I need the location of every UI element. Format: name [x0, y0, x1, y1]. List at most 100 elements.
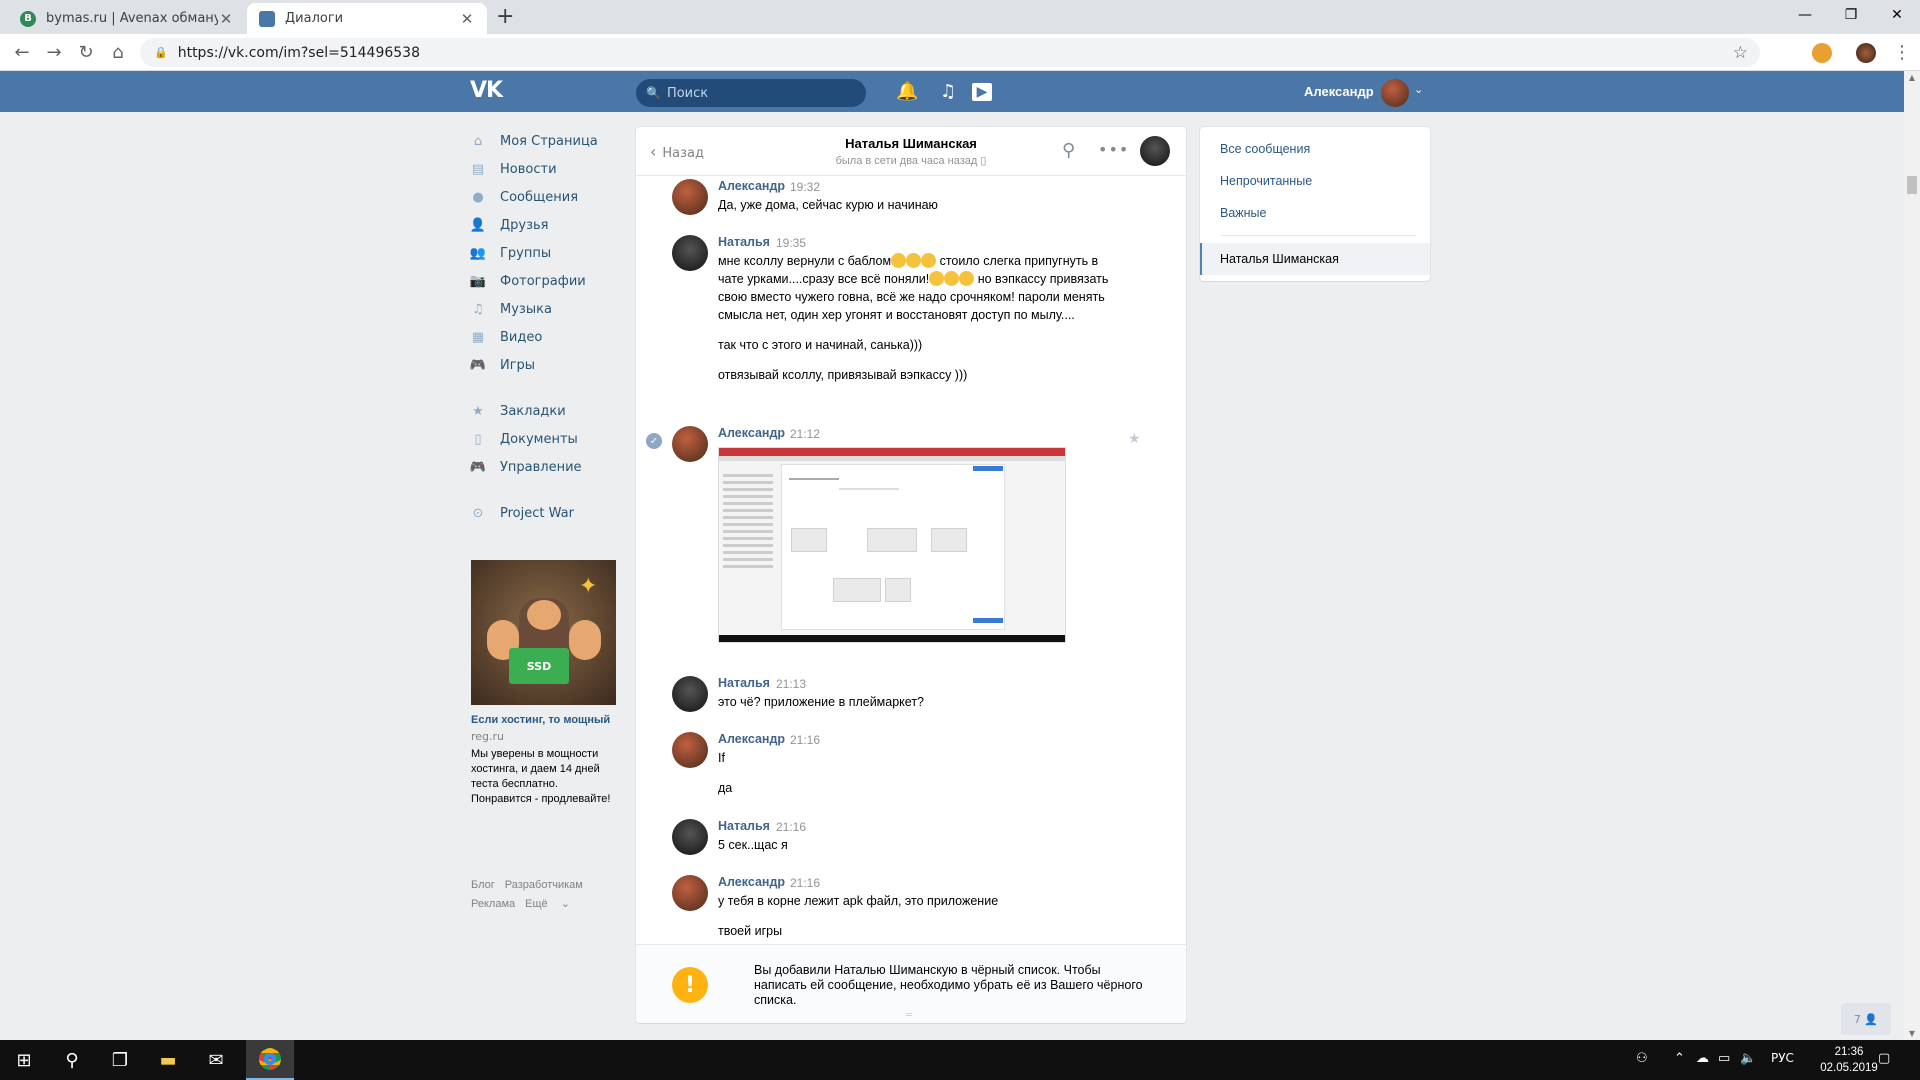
page-scrollbar[interactable]: ▲ ▼: [1904, 71, 1920, 1040]
restore-icon[interactable]: ❐: [1828, 0, 1874, 30]
menu-item-music[interactable]: ♫ Музыка: [468, 295, 618, 323]
filter-important[interactable]: Важные: [1220, 206, 1267, 220]
menu-separator: [468, 379, 618, 397]
menu-item-documents[interactable]: ▯ Документы: [468, 425, 618, 453]
message-time: 21:16: [790, 876, 821, 890]
menu-item-friends[interactable]: 👤 Друзья: [468, 211, 618, 239]
tab-close-icon[interactable]: ✕: [459, 10, 475, 28]
menu-item-my-page[interactable]: ⌂ Моя Страница: [468, 127, 618, 155]
search-icon[interactable]: ⚲: [48, 1040, 96, 1080]
menu-item-manage[interactable]: 🎮 Управление: [468, 453, 618, 481]
play-icon[interactable]: ▶: [972, 83, 992, 101]
footer-ads-link[interactable]: Реклама: [471, 898, 515, 910]
online-friends-button[interactable]: 7 👤: [1841, 1003, 1891, 1035]
message-author[interactable]: Наталья: [718, 676, 770, 690]
chevron-up-icon[interactable]: ⌃: [1674, 1051, 1685, 1066]
active-conversation[interactable]: Наталья Шиманская: [1200, 243, 1430, 275]
avatar[interactable]: [672, 732, 708, 768]
header-user-name[interactable]: Александр: [1304, 84, 1374, 99]
menu-label: Друзья: [500, 217, 549, 233]
footer-more-link[interactable]: Ещё ⌄: [525, 898, 580, 910]
scrollbar-thumb[interactable]: [1907, 176, 1917, 194]
message-author[interactable]: Наталья: [718, 235, 770, 249]
message-author[interactable]: Александр: [718, 732, 785, 746]
resize-grip-icon[interactable]: ═: [906, 1010, 912, 1021]
file-explorer-icon[interactable]: ▬: [144, 1040, 192, 1080]
scroll-down-icon[interactable]: ▼: [1904, 1029, 1920, 1038]
menu-item-groups[interactable]: 👥 Группы: [468, 239, 618, 267]
star-icon[interactable]: ★: [1128, 431, 1141, 447]
task-view-icon[interactable]: ❐: [96, 1040, 144, 1080]
header-avatar[interactable]: [1381, 79, 1409, 107]
menu-item-project-war[interactable]: ⊙ Project War: [468, 499, 618, 527]
onedrive-icon[interactable]: ☁: [1696, 1051, 1709, 1066]
volume-icon[interactable]: 🔈: [1740, 1051, 1756, 1066]
search-icon[interactable]: ⚲: [1062, 140, 1075, 161]
bell-icon[interactable]: 🔔: [896, 81, 918, 102]
minimize-icon[interactable]: —: [1782, 0, 1828, 30]
new-tab-button[interactable]: +: [496, 4, 514, 29]
address-bar[interactable]: 🔒 https://vk.com/im?sel=514496538 ☆: [140, 38, 1760, 67]
footer-dev-link[interactable]: Разработчикам: [505, 879, 583, 891]
message-list[interactable]: Александр 19:32 Да, уже дома, сейчас кур…: [636, 177, 1186, 944]
attached-screenshot[interactable]: [718, 447, 1066, 643]
more-dots-icon[interactable]: •••: [1098, 140, 1129, 159]
avatar[interactable]: [672, 676, 708, 712]
selected-check-icon[interactable]: ✓: [646, 433, 662, 449]
chrome-icon[interactable]: [246, 1040, 294, 1080]
avatar[interactable]: [672, 819, 708, 855]
menu-item-video[interactable]: ▦ Видео: [468, 323, 618, 351]
close-window-icon[interactable]: ✕: [1874, 0, 1920, 30]
avatar[interactable]: [672, 235, 708, 271]
vk-logo[interactable]: VK: [470, 78, 503, 103]
menu-item-messages[interactable]: ● Сообщения: [468, 183, 618, 211]
extension-icon[interactable]: [1812, 43, 1832, 63]
notifications-icon[interactable]: ▢: [1878, 1051, 1890, 1066]
filter-unread[interactable]: Непрочитанные: [1220, 174, 1312, 188]
profile-avatar-icon[interactable]: [1856, 43, 1876, 63]
search-icon: 🔍: [646, 86, 661, 100]
message-author[interactable]: Александр: [718, 426, 785, 440]
dialog-panel: ‹ Назад Наталья Шиманская была в сети два…: [636, 127, 1186, 1023]
dialog-avatar[interactable]: [1140, 136, 1170, 166]
menu-item-news[interactable]: ▤ Новости: [468, 155, 618, 183]
tab-close-icon[interactable]: ✕: [218, 10, 234, 28]
people-icon[interactable]: ⚇: [1636, 1051, 1648, 1066]
search-input[interactable]: 🔍 Поиск: [636, 79, 866, 107]
avatar[interactable]: [672, 179, 708, 215]
message-author[interactable]: Наталья: [718, 819, 770, 833]
browser-menu-icon[interactable]: ⋮: [1890, 40, 1914, 64]
filter-all-messages[interactable]: Все сообщения: [1220, 142, 1310, 156]
message-line: If: [718, 751, 725, 765]
music-note-icon[interactable]: ♫: [940, 81, 956, 102]
mail-icon[interactable]: ✉: [192, 1040, 240, 1080]
windows-start-icon[interactable]: ⊞: [0, 1040, 48, 1080]
menu-item-photos[interactable]: 📷 Фотографии: [468, 267, 618, 295]
mobile-icon: ▯: [980, 155, 987, 167]
status-text: была в сети два часа назад: [835, 155, 978, 167]
tab-dialogs[interactable]: Диалоги ✕: [247, 3, 487, 34]
chevron-down-icon[interactable]: ⌄: [1414, 83, 1423, 96]
menu-item-bookmarks[interactable]: ★ Закладки: [468, 397, 618, 425]
network-icon[interactable]: ▭: [1718, 1051, 1730, 1066]
message-author[interactable]: Александр: [718, 179, 785, 193]
avatar[interactable]: [672, 426, 708, 462]
avatar[interactable]: [672, 875, 708, 911]
ad-image[interactable]: SSD ✦: [471, 560, 616, 705]
system-clock[interactable]: 21:36 02.05.2019: [1814, 1044, 1884, 1076]
message-author[interactable]: Александр: [718, 875, 785, 889]
warning-icon: !: [672, 967, 708, 1003]
menu-item-games[interactable]: 🎮 Игры: [468, 351, 618, 379]
forward-arrow-icon[interactable]: →: [42, 40, 66, 64]
bookmark-star-icon[interactable]: ☆: [1733, 43, 1748, 63]
ad-title[interactable]: Если хостинг, то мощный: [471, 713, 616, 728]
ad-block[interactable]: SSD ✦ Если хостинг, то мощный reg.ru Мы …: [471, 560, 616, 807]
language-indicator[interactable]: РУС: [1771, 1051, 1794, 1065]
footer-blog-link[interactable]: Блог: [471, 879, 495, 891]
tab-bymas[interactable]: B bymas.ru | Avenax обманул на 3 ✕: [8, 3, 246, 34]
home-button-icon[interactable]: ⌂: [106, 40, 130, 64]
back-arrow-icon[interactable]: ←: [10, 40, 34, 64]
message-time: 19:35: [776, 236, 807, 250]
scroll-up-icon[interactable]: ▲: [1904, 73, 1920, 82]
reload-icon[interactable]: ↻: [74, 40, 98, 64]
